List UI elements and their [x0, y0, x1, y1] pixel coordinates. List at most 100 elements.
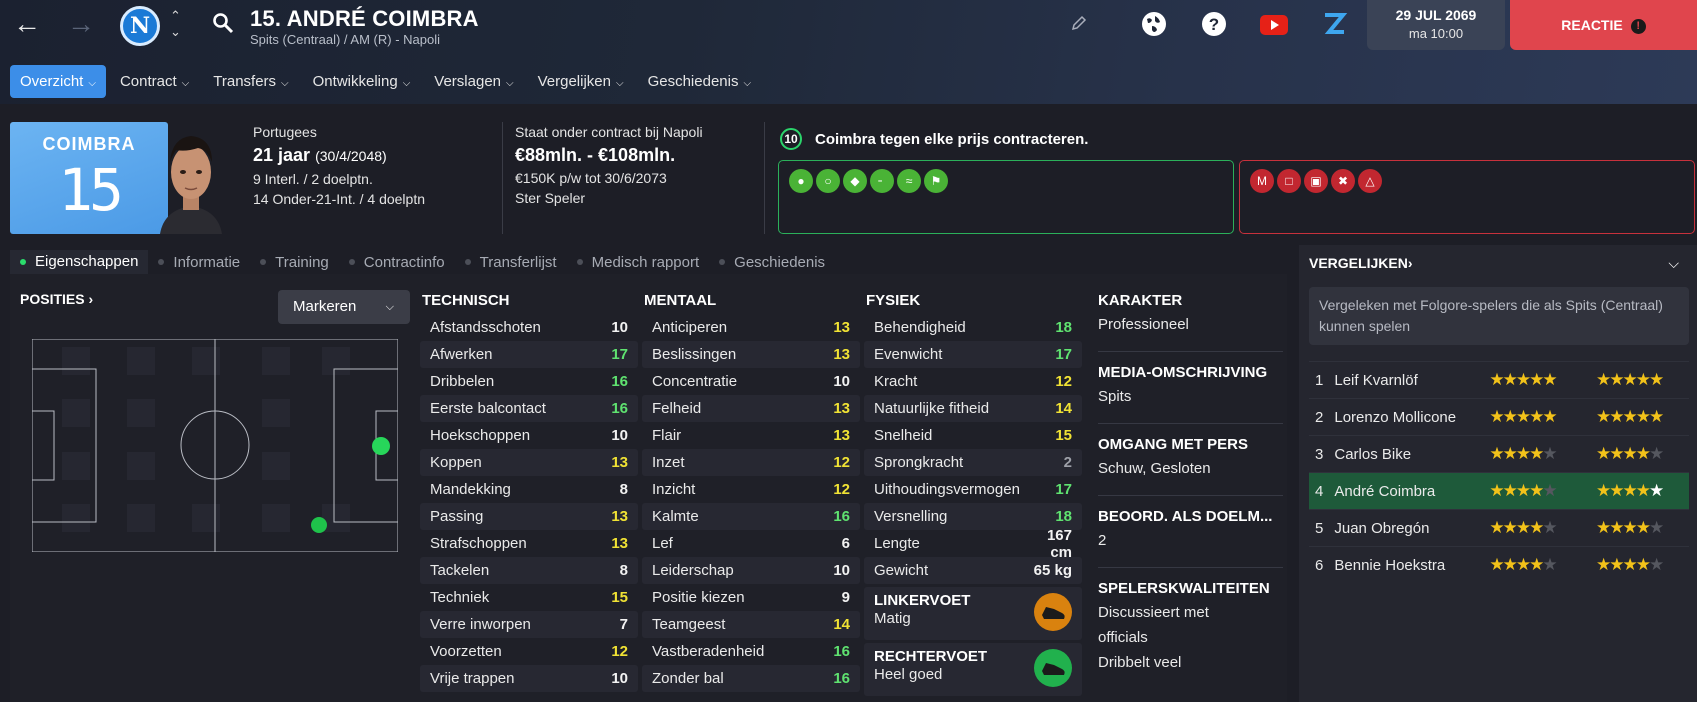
- compare-row[interactable]: 6 Bennie Hoekstra ★★★★★ ★★★★★: [1309, 546, 1689, 583]
- compare-row[interactable]: 2 Lorenzo Mollicone ★★★★★ ★★★★★: [1309, 398, 1689, 435]
- attribute-row[interactable]: Positie kiezen 9: [642, 584, 860, 611]
- attribute-row[interactable]: Voorzetten 12: [420, 638, 638, 665]
- speech-bubble-icon[interactable]: ○: [816, 169, 840, 193]
- attribute-row[interactable]: Gewicht 65 kg: [864, 557, 1082, 584]
- attribute-row[interactable]: Uithoudingsvermogen 17: [864, 476, 1082, 503]
- attribute-row[interactable]: Snelheid 15: [864, 422, 1082, 449]
- attribute-row[interactable]: Afstandsschoten 10: [420, 314, 638, 341]
- attribute-row[interactable]: Sprongkracht 2: [864, 449, 1082, 476]
- tab-training[interactable]: Training: [250, 254, 339, 271]
- boot-icon[interactable]: ◆: [843, 169, 867, 193]
- karakter-value: Professioneel: [1098, 316, 1189, 333]
- tab-geschiedenis[interactable]: Geschiedenis: [709, 254, 835, 271]
- tab-informatie[interactable]: Informatie: [148, 254, 250, 271]
- attribute-row[interactable]: Kracht 12: [864, 368, 1082, 395]
- back-arrow-icon[interactable]: ←: [12, 10, 42, 40]
- date-box[interactable]: 29 JUL 2069 ma 10:00: [1367, 0, 1505, 50]
- divider: [1098, 567, 1283, 568]
- attribute-row[interactable]: Lengte 167 cm: [864, 527, 1082, 561]
- star-rating: ★★★★★: [1596, 555, 1689, 575]
- attribute-row[interactable]: Hoekschoppen 10: [420, 422, 638, 449]
- compare-row[interactable]: 4 André Coimbra ★★★★★ ★★★★★: [1309, 472, 1689, 509]
- attribute-name: Vastberadenheid: [652, 643, 765, 660]
- attribute-row[interactable]: Afwerken 17: [420, 341, 638, 368]
- attribute-row[interactable]: Vastberadenheid 16: [642, 638, 860, 665]
- menu-contract[interactable]: Contract ⌵: [110, 65, 199, 98]
- markeren-dropdown[interactable]: Markeren ⌵: [278, 290, 410, 324]
- menu-overzicht[interactable]: Overzicht ⌵: [10, 65, 106, 98]
- attribute-row[interactable]: Flair 13: [642, 422, 860, 449]
- star-rating: ★★★★★: [1489, 370, 1582, 390]
- compare-link[interactable]: VERGELIJKEN›: [1309, 255, 1412, 271]
- menu-geschiedenis[interactable]: Geschiedenis ⌵: [638, 65, 761, 98]
- attribute-row[interactable]: Teamgeest 14: [642, 611, 860, 638]
- attribute-value: 10: [833, 373, 850, 390]
- attribute-row[interactable]: Strafschoppen 13: [420, 530, 638, 557]
- compare-row[interactable]: 3 Carlos Bike ★★★★★ ★★★★★: [1309, 435, 1689, 472]
- help-icon[interactable]: ?: [1200, 10, 1228, 38]
- reactie-button[interactable]: REACTIE!: [1510, 0, 1697, 50]
- forward-arrow-icon[interactable]: →: [66, 10, 96, 40]
- attribute-row[interactable]: Mandekking 8: [420, 476, 638, 503]
- injury-icon[interactable]: ✖: [1331, 169, 1355, 193]
- attribute-name: Eerste balcontact: [430, 400, 546, 417]
- tab-eigenschappen[interactable]: Eigenschappen: [10, 250, 149, 274]
- media-value: Spits: [1098, 388, 1132, 405]
- menu-transfers[interactable]: Transfers ⌵: [203, 65, 298, 98]
- attribute-name: Leiderschap: [652, 562, 734, 579]
- search-icon[interactable]: [212, 12, 234, 34]
- flask-icon[interactable]: △: [1358, 169, 1382, 193]
- attribute-row[interactable]: Inzet 12: [642, 449, 860, 476]
- attribute-row[interactable]: Inzicht 12: [642, 476, 860, 503]
- compare-row[interactable]: 5 Juan Obregón ★★★★★ ★★★★★: [1309, 509, 1689, 546]
- compare-row[interactable]: 1 Leif Kvarnlöf ★★★★★ ★★★★★: [1309, 361, 1689, 398]
- attribute-row[interactable]: Koppen 13: [420, 449, 638, 476]
- tab-medisch-rapport[interactable]: Medisch rapport: [567, 254, 710, 271]
- star-icon: ★: [1502, 407, 1518, 426]
- player-switch-icon[interactable]: ⌃ ⌄: [170, 8, 181, 40]
- attribute-value: 17: [1055, 346, 1072, 363]
- briefcase-icon[interactable]: ▣: [1304, 169, 1328, 193]
- attribute-value: 8: [619, 562, 628, 579]
- tab-transferlijst[interactable]: Transferlijst: [455, 254, 567, 271]
- tab-contractinfo[interactable]: Contractinfo: [339, 254, 455, 271]
- flag-icon[interactable]: ⚑: [924, 169, 948, 193]
- club-badge[interactable]: N: [120, 6, 160, 46]
- attribute-row[interactable]: Natuurlijke fitheid 14: [864, 395, 1082, 422]
- attribute-row[interactable]: Concentratie 10: [642, 368, 860, 395]
- attribute-row[interactable]: Zonder bal 16: [642, 665, 860, 692]
- star-icon: ★: [1609, 370, 1624, 389]
- attribute-row[interactable]: Anticiperen 13: [642, 314, 860, 341]
- media-icon[interactable]: M: [1250, 169, 1274, 193]
- z-logo-icon[interactable]: [1320, 10, 1348, 38]
- positions-link[interactable]: POSITIES ›: [20, 291, 93, 307]
- youtube-icon[interactable]: [1260, 15, 1288, 35]
- chevron-down-icon[interactable]: ⌵: [1668, 255, 1679, 272]
- transfer-value: €88mln. - €108mln.: [515, 145, 676, 165]
- pencil-icon[interactable]: [1070, 14, 1088, 32]
- attribute-row[interactable]: Passing 13: [420, 503, 638, 530]
- menu-verslagen[interactable]: Verslagen ⌵: [424, 65, 523, 98]
- attribute-row[interactable]: Verre inworpen 7: [420, 611, 638, 638]
- attribute-row[interactable]: Lef 6: [642, 530, 860, 557]
- attribute-row[interactable]: Leiderschap 10: [642, 557, 860, 584]
- attribute-row[interactable]: Beslissingen 13: [642, 341, 860, 368]
- brain-icon[interactable]: ●: [789, 169, 813, 193]
- attribute-row[interactable]: Techniek 15: [420, 584, 638, 611]
- attribute-row[interactable]: Dribbelen 16: [420, 368, 638, 395]
- attribute-row[interactable]: Vrije trappen 10: [420, 665, 638, 692]
- attribute-row[interactable]: Eerste balcontact 16: [420, 395, 638, 422]
- attribute-row[interactable]: Evenwicht 17: [864, 341, 1082, 368]
- attribute-row[interactable]: Kalmte 16: [642, 503, 860, 530]
- cleats-icon[interactable]: ≈: [897, 169, 921, 193]
- attribute-row[interactable]: Felheid 13: [642, 395, 860, 422]
- menu-vergelijken[interactable]: Vergelijken ⌵: [528, 65, 634, 98]
- globe-icon[interactable]: [1140, 10, 1168, 38]
- whistle-icon[interactable]: ╴: [870, 169, 894, 193]
- star-rating: ★★★★★: [1489, 555, 1582, 575]
- star-icon: ★: [1515, 518, 1531, 537]
- menu-ontwikkeling[interactable]: Ontwikkeling ⌵: [303, 65, 421, 98]
- document-icon[interactable]: □: [1277, 169, 1301, 193]
- attribute-row[interactable]: Tackelen 8: [420, 557, 638, 584]
- attribute-row[interactable]: Behendigheid 18: [864, 314, 1082, 341]
